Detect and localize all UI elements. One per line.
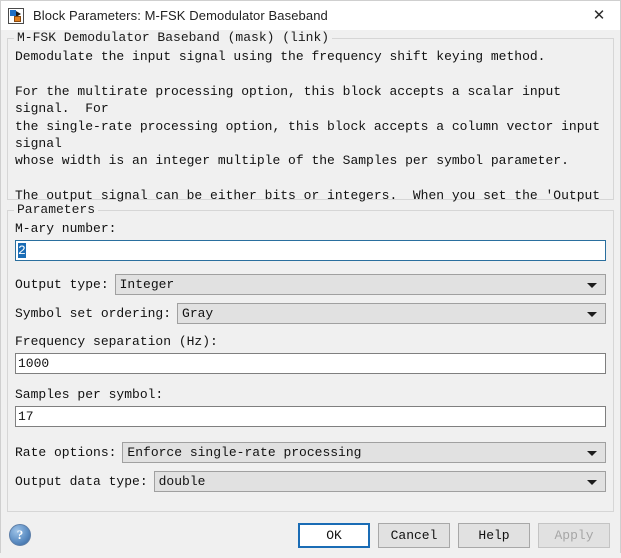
rate-options-label: Rate options: xyxy=(15,445,117,460)
parameters-groupbox: Parameters M-ary number: 2 Output type: … xyxy=(7,202,614,512)
output-data-type-dropdown[interactable]: double xyxy=(153,471,606,492)
output-data-type-value: double xyxy=(158,474,206,489)
simulink-block-icon xyxy=(8,7,24,24)
samples-per-symbol-label: Samples per symbol: xyxy=(15,387,164,402)
samples-per-symbol-value: 17 xyxy=(18,409,34,424)
symbol-set-ordering-dropdown[interactable]: Gray xyxy=(177,303,606,324)
field-row-samples-per-symbol: Samples per symbol: 17 xyxy=(15,387,606,427)
dialog-body: M-FSK Demodulator Baseband (mask) (link)… xyxy=(1,30,620,512)
output-data-type-label: Output data type: xyxy=(15,474,148,489)
chevron-down-icon xyxy=(587,479,597,485)
frequency-separation-label: Frequency separation (Hz): xyxy=(15,334,218,349)
output-type-value: Integer xyxy=(119,277,175,292)
help-circle-icon[interactable]: ? xyxy=(9,524,31,546)
output-type-dropdown[interactable]: Integer xyxy=(114,274,606,295)
m-ary-number-label: M-ary number: xyxy=(15,221,117,236)
frequency-separation-value: 1000 xyxy=(18,356,50,371)
description-groupbox: M-FSK Demodulator Baseband (mask) (link)… xyxy=(7,30,614,273)
parameters-legend: Parameters xyxy=(14,202,99,217)
field-row-m-ary-number: M-ary number: 2 xyxy=(15,221,606,261)
dialog-footer: ? OK Cancel Help Apply xyxy=(1,512,620,558)
description-legend: M-FSK Demodulator Baseband (mask) (link) xyxy=(14,30,333,45)
chevron-down-icon xyxy=(587,450,597,456)
cancel-button[interactable]: Cancel xyxy=(378,522,450,548)
rate-options-dropdown[interactable]: Enforce single-rate processing xyxy=(122,442,606,463)
symbol-set-ordering-value: Gray xyxy=(182,306,214,321)
close-icon[interactable]: ✕ xyxy=(578,1,620,30)
field-row-frequency-separation: Frequency separation (Hz): 1000 xyxy=(15,334,606,374)
m-ary-number-input[interactable]: 2 xyxy=(15,240,606,261)
output-type-label: Output type: xyxy=(15,277,109,292)
title-bar: Block Parameters: M-FSK Demodulator Base… xyxy=(1,1,620,30)
m-ary-number-value: 2 xyxy=(18,243,26,258)
symbol-set-ordering-label: Symbol set ordering: xyxy=(15,306,172,321)
field-row-output-data-type: Output data type: double xyxy=(15,471,606,492)
rate-options-value: Enforce single-rate processing xyxy=(127,445,362,460)
frequency-separation-input[interactable]: 1000 xyxy=(15,353,606,374)
help-button[interactable]: Help xyxy=(458,522,530,548)
window-title: Block Parameters: M-FSK Demodulator Base… xyxy=(33,8,328,23)
field-row-rate-options: Rate options: Enforce single-rate proces… xyxy=(15,442,606,463)
ok-button[interactable]: OK xyxy=(298,522,370,548)
apply-button: Apply xyxy=(538,522,610,548)
chevron-down-icon xyxy=(587,282,597,288)
block-parameters-dialog: Block Parameters: M-FSK Demodulator Base… xyxy=(0,0,621,558)
field-row-output-type: Output type: Integer xyxy=(15,274,606,295)
samples-per-symbol-input[interactable]: 17 xyxy=(15,406,606,427)
field-row-symbol-set-ordering: Symbol set ordering: Gray xyxy=(15,303,606,324)
chevron-down-icon xyxy=(587,311,597,317)
